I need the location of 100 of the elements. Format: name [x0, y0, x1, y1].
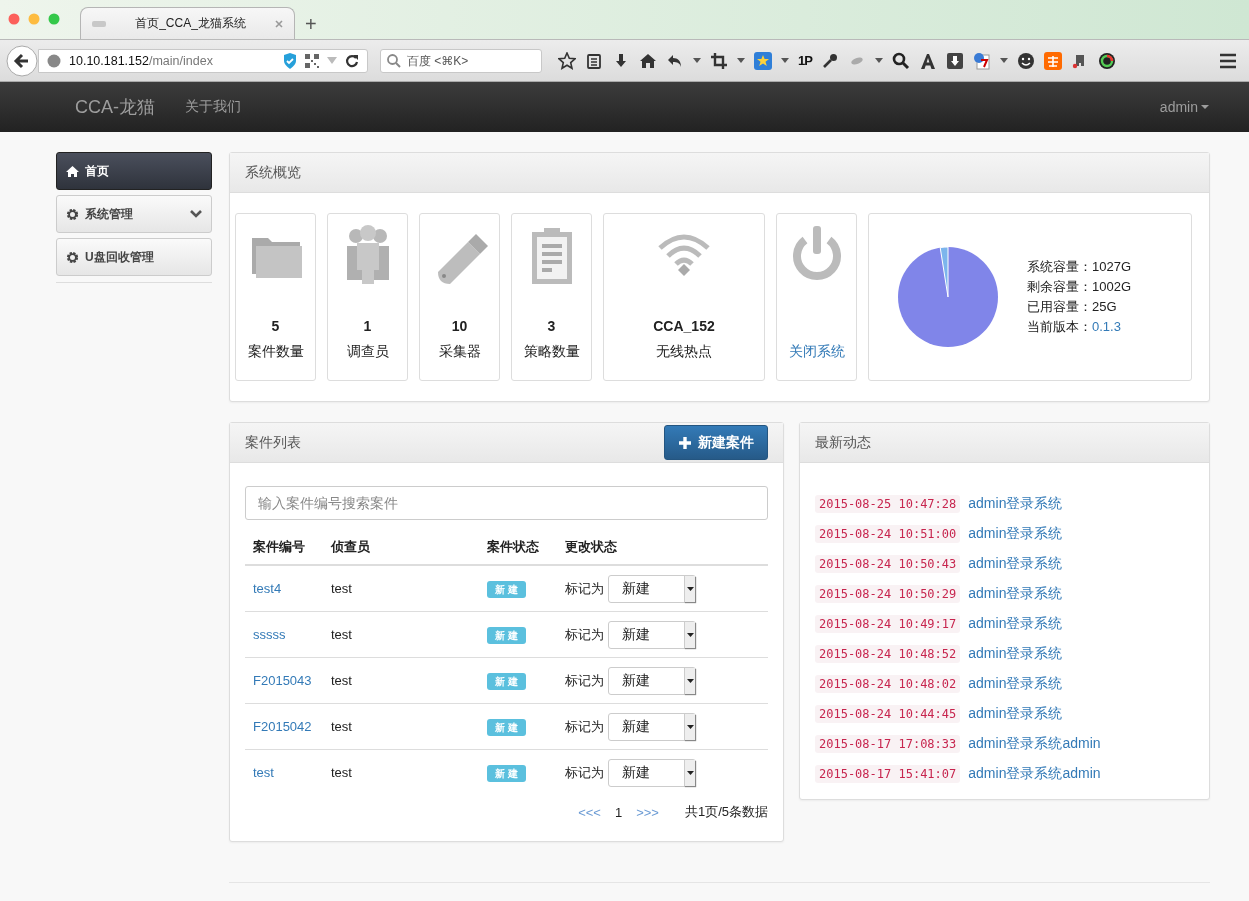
- home-icon: [66, 164, 79, 178]
- table-cell: test: [323, 565, 479, 612]
- table-cell: test: [323, 703, 479, 750]
- brand-logo[interactable]: CCA-龙猫: [75, 95, 155, 119]
- status-select[interactable]: 新建: [608, 758, 696, 787]
- stat-value: CCA_152: [653, 318, 715, 336]
- storage-value: 1027G: [1092, 259, 1132, 274]
- status-label: 新 建: [487, 580, 526, 598]
- status-select[interactable]: 新建: [608, 620, 696, 649]
- toolbar-button[interactable]: 1P: [798, 53, 812, 68]
- stat-label: 无线热点: [656, 343, 712, 361]
- dropdown-icon[interactable]: [874, 58, 883, 63]
- chat-icon[interactable]: [1016, 51, 1035, 70]
- case-link[interactable]: sssss: [253, 627, 286, 642]
- dropdown-icon[interactable]: [781, 58, 789, 63]
- activity-link[interactable]: admin登录系统admin: [968, 765, 1101, 783]
- page-number[interactable]: 1: [614, 804, 623, 820]
- timestamp: 2015-08-24 10:48:02: [815, 675, 961, 693]
- user-menu[interactable]: admin: [1159, 99, 1209, 115]
- reading-list-icon[interactable]: [585, 51, 603, 70]
- timestamp: 2015-08-24 10:50:43: [815, 555, 961, 573]
- activity-link[interactable]: admin登录系统: [968, 555, 1063, 573]
- home-icon[interactable]: [639, 51, 657, 70]
- storage-value: 1002G: [1092, 279, 1132, 294]
- status-label: 新 建: [487, 626, 526, 644]
- case-link[interactable]: F2015042: [253, 719, 312, 734]
- case-link[interactable]: test4: [253, 581, 282, 596]
- shutdown-link[interactable]: 关闭系统: [788, 343, 845, 361]
- close-icon[interactable]: [274, 18, 284, 29]
- activity-link[interactable]: admin登录系统: [968, 495, 1063, 513]
- dropdown-icon[interactable]: [737, 58, 745, 63]
- search-field[interactable]: 输入案件编号搜索案件: [245, 486, 768, 520]
- activity-link[interactable]: admin登录系统: [968, 525, 1063, 543]
- activity-link[interactable]: admin登录系统: [968, 615, 1063, 633]
- new-case-button[interactable]: 新建案件: [664, 425, 768, 460]
- bookmark-star-icon[interactable]: [558, 51, 576, 70]
- status-label: 新 建: [487, 764, 526, 782]
- column-header: 更改状态: [557, 530, 768, 565]
- reload-icon[interactable]: [345, 53, 359, 68]
- sidebar-item[interactable]: 首页: [56, 152, 212, 190]
- dropdown-icon[interactable]: [693, 58, 701, 63]
- activity-link[interactable]: admin登录系统: [968, 675, 1063, 693]
- stat-label: 策略数量: [523, 343, 580, 361]
- case-link[interactable]: test: [253, 765, 274, 780]
- activity-link[interactable]: admin登录系统: [968, 705, 1063, 723]
- version-link[interactable]: 0.1.3: [1092, 319, 1121, 334]
- timestamp: 2015-08-24 10:51:00: [815, 525, 961, 543]
- sidebar-item[interactable]: U盘回收管理: [56, 238, 212, 276]
- table-cell: test: [323, 657, 479, 704]
- nav-link[interactable]: 关于我们: [185, 98, 1160, 116]
- timestamp: 2015-08-25 10:47:28: [815, 495, 961, 513]
- crop-icon[interactable]: [710, 51, 728, 70]
- previous-page-link[interactable]: <<<: [578, 804, 601, 820]
- sidebar-item[interactable]: 系统管理: [56, 195, 212, 233]
- search-field[interactable]: 百度 <⌘K>: [380, 48, 542, 73]
- activity-link[interactable]: admin登录系统admin: [968, 735, 1101, 753]
- storage-label: 系统容量：: [1027, 259, 1092, 274]
- table-cell: test: [323, 749, 479, 795]
- tab-title: 首页_CCA_龙猫系统: [134, 15, 247, 32]
- search-icon: [387, 53, 401, 68]
- gear-icon: [66, 207, 79, 221]
- storage-label: 当前版本：: [1027, 319, 1092, 334]
- next-page-link[interactable]: >>>: [636, 804, 659, 820]
- back-icon[interactable]: [6, 44, 38, 77]
- window-control-icon[interactable]: [8, 13, 20, 25]
- plus-icon: [678, 435, 692, 450]
- url-text: 10.10.181.152/main/index: [69, 53, 214, 68]
- page-summary: 共1页/5条数据: [684, 803, 768, 821]
- status-select[interactable]: 新建: [608, 712, 696, 741]
- dropdown-icon[interactable]: [999, 58, 1008, 63]
- qr-code-icon: [305, 53, 319, 68]
- column-header: 案件编号: [245, 530, 323, 565]
- address-field[interactable]: 10.10.181.152/main/index: [38, 48, 368, 73]
- activity-link[interactable]: admin登录系统: [968, 585, 1063, 603]
- caret-icon: [686, 724, 694, 729]
- download-box-icon[interactable]: [945, 51, 964, 70]
- font-icon[interactable]: [918, 51, 937, 70]
- browser-tab[interactable]: 首页_CCA_龙猫系统: [80, 7, 295, 39]
- storage-value: 25G: [1092, 299, 1117, 314]
- status-select[interactable]: 新建: [608, 574, 696, 603]
- search-icon[interactable]: [891, 51, 910, 70]
- stat-value: 10: [451, 318, 468, 336]
- timestamp: 2015-08-17 15:41:07: [815, 765, 961, 783]
- column-header: 案件状态: [479, 530, 557, 565]
- timestamp: 2015-08-24 10:48:52: [815, 645, 961, 663]
- timestamp: 2015-08-17 17:08:33: [815, 735, 961, 753]
- stat-value: 3: [547, 318, 556, 336]
- status-label: 新 建: [487, 672, 526, 690]
- mark-label: 标记为: [565, 625, 604, 644]
- stat-label: 调查员: [346, 343, 389, 361]
- case-link[interactable]: F2015043: [253, 673, 312, 688]
- activity-link[interactable]: admin登录系统: [968, 645, 1063, 663]
- menu-icon[interactable]: [1219, 52, 1237, 69]
- color-wheel-icon[interactable]: [1097, 51, 1116, 70]
- storage-label: 剩余容量：: [1027, 279, 1092, 294]
- star-badge-icon[interactable]: [754, 51, 772, 70]
- status-select[interactable]: 新建: [608, 666, 696, 695]
- stat-label: 采集器: [438, 343, 481, 361]
- panel-title: 案件列表: [245, 433, 301, 452]
- new-tab-button[interactable]: +: [305, 13, 317, 35]
